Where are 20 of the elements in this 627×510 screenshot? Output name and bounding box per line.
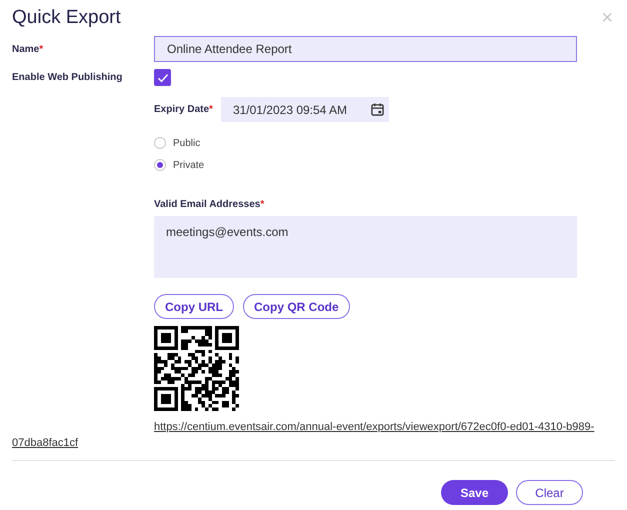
calendar-icon[interactable] bbox=[370, 103, 384, 116]
field-label: Enable Web Publishing bbox=[12, 72, 124, 83]
publishing-checkbox[interactable] bbox=[154, 69, 171, 86]
copy-button[interactable]: Copy URL bbox=[154, 294, 234, 319]
radio-button[interactable] bbox=[154, 137, 166, 149]
dialog-title: Quick Export bbox=[12, 7, 121, 29]
radio-label[interactable]: Private bbox=[173, 160, 204, 170]
field-label: Valid Email Addresses* bbox=[154, 199, 266, 210]
expiry-date-field[interactable]: 31/01/2023 09:54 AM bbox=[220, 97, 389, 122]
radio-label[interactable]: Public bbox=[173, 138, 200, 148]
check-icon bbox=[156, 72, 168, 84]
save-button[interactable]: Save bbox=[441, 480, 508, 505]
export-link[interactable]: https://centium.eventsair.com/annual-event/exports/viewexport/672ec0f0-ed01-4310-b989-07dba8fac1cf bbox=[12, 419, 624, 451]
field-label: Expiry Date* bbox=[154, 104, 213, 115]
email-addresses-field[interactable]: meetings@events.com bbox=[154, 216, 577, 278]
name-field[interactable]: Online Attendee Report bbox=[154, 36, 577, 62]
copy-button[interactable]: Copy QR Code bbox=[243, 294, 350, 319]
radio-button[interactable] bbox=[154, 159, 166, 171]
field-label: Name* bbox=[12, 44, 44, 54]
clear-button[interactable]: Clear bbox=[516, 480, 583, 505]
